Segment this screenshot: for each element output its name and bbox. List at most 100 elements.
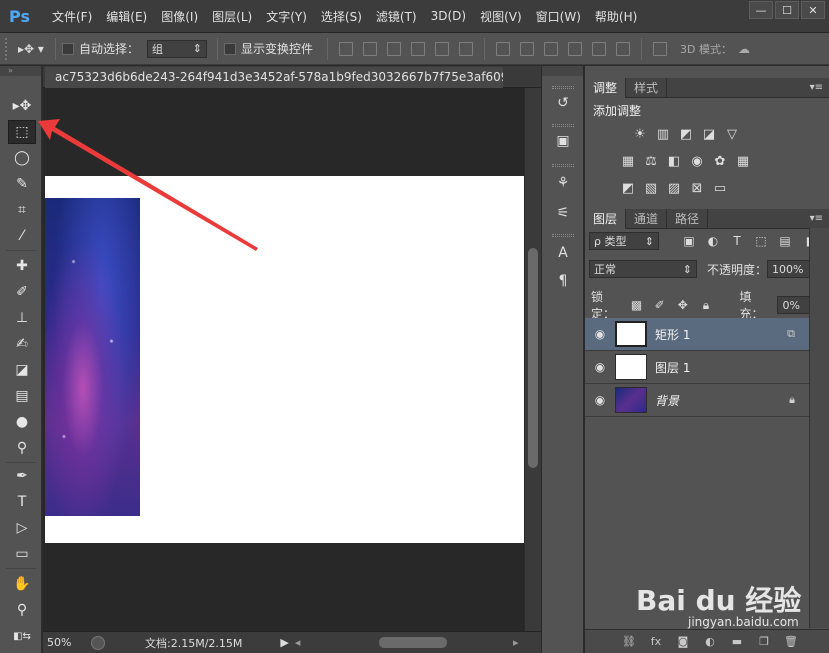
layer-row-layer1[interactable]: ◉ 图层 1 bbox=[585, 351, 809, 384]
hand-tool-icon[interactable]: ✋ bbox=[8, 572, 36, 596]
clone-stamp-tool-icon[interactable]: ⊥ bbox=[8, 306, 36, 330]
menu-filter[interactable]: 滤镜(T) bbox=[369, 0, 424, 33]
align-right-icon[interactable] bbox=[459, 41, 474, 56]
auto-select-dropdown[interactable]: 组 ⇕ bbox=[147, 39, 208, 58]
marquee-tool-icon[interactable]: ⬚ bbox=[8, 120, 36, 144]
3d-rotate-icon[interactable]: ☁ bbox=[738, 42, 750, 56]
lock-image-icon[interactable]: ✐ bbox=[652, 298, 667, 312]
path-select-tool-icon[interactable]: ▷ bbox=[8, 516, 36, 540]
menu-file[interactable]: 文件(F) bbox=[45, 0, 99, 33]
trash-icon[interactable]: 🗑︎ bbox=[781, 634, 801, 650]
filter-type-icon[interactable]: T bbox=[729, 234, 745, 248]
tab-paths[interactable]: 路径 bbox=[667, 209, 709, 229]
canvas[interactable] bbox=[45, 176, 525, 543]
menu-window[interactable]: 窗口(W) bbox=[529, 0, 588, 33]
filter-pixel-icon[interactable]: ▣ bbox=[681, 234, 697, 248]
menu-help[interactable]: 帮助(H) bbox=[588, 0, 644, 33]
curves-icon[interactable]: ◩ bbox=[677, 126, 695, 142]
tab-channels[interactable]: 通道 bbox=[626, 209, 668, 229]
document-tab[interactable]: ac75323d6b6de243-264f941d3e3452af-578a1b… bbox=[45, 67, 503, 88]
auto-select-checkbox[interactable] bbox=[62, 42, 74, 55]
blur-tool-icon[interactable]: ● bbox=[8, 410, 36, 434]
distribute-top-icon[interactable] bbox=[496, 41, 511, 56]
align-bottom-icon[interactable] bbox=[387, 41, 402, 56]
new-layer-icon[interactable]: ❐ bbox=[754, 634, 774, 650]
brightness-icon[interactable]: ☀ bbox=[631, 126, 649, 142]
new-adjustment-icon[interactable]: ◐ bbox=[700, 634, 720, 650]
photo-filter-icon[interactable]: ◉ bbox=[688, 153, 706, 169]
panel-menu-icon[interactable]: ▾≡ bbox=[810, 82, 823, 93]
selective-color-icon[interactable]: ⊠ bbox=[688, 180, 706, 196]
status-info-icon[interactable] bbox=[91, 635, 105, 650]
menu-3d[interactable]: 3D(D) bbox=[424, 0, 473, 33]
maximize-button[interactable]: ☐ bbox=[775, 1, 799, 19]
options-grip[interactable] bbox=[5, 37, 13, 60]
tab-styles[interactable]: 样式 bbox=[626, 78, 668, 98]
filter-adjustment-icon[interactable]: ◐ bbox=[705, 234, 721, 248]
scroll-left-icon[interactable]: ◂ bbox=[295, 636, 301, 649]
move-tool-icon[interactable]: ▸✥ bbox=[8, 94, 36, 118]
rectangle-tool-icon[interactable]: ▭ bbox=[8, 542, 36, 566]
color-balance-icon[interactable]: ⚖ bbox=[642, 153, 660, 169]
menu-type[interactable]: 文字(Y) bbox=[259, 0, 314, 33]
brush-presets-icon[interactable]: ⚘ bbox=[552, 172, 574, 194]
blend-mode-dropdown[interactable]: 正常 ⇕ bbox=[589, 260, 697, 278]
auto-align-icon[interactable] bbox=[653, 41, 668, 56]
threshold-icon[interactable]: ▨ bbox=[665, 180, 683, 196]
menu-edit[interactable]: 编辑(E) bbox=[99, 0, 154, 33]
distribute-left-icon[interactable] bbox=[568, 41, 583, 56]
filter-shape-icon[interactable]: ⬚ bbox=[753, 234, 769, 248]
fx-icon[interactable]: fx bbox=[646, 634, 666, 650]
zoom-level[interactable]: 50% bbox=[47, 636, 91, 649]
layer-row-rectangle[interactable]: ◉ 矩形 1 ⧉ bbox=[585, 318, 809, 351]
distribute-vcenter-icon[interactable] bbox=[520, 41, 535, 56]
menu-view[interactable]: 视图(V) bbox=[473, 0, 529, 33]
status-menu-arrow-icon[interactable]: ▶ bbox=[280, 636, 288, 649]
horizontal-scroll-thumb[interactable] bbox=[379, 637, 447, 648]
vibrance-icon[interactable]: ▽ bbox=[723, 126, 741, 142]
history-icon[interactable]: ↺ bbox=[552, 92, 574, 114]
align-vcenter-icon[interactable] bbox=[363, 41, 378, 56]
visibility-eye-icon[interactable]: ◉ bbox=[585, 327, 615, 341]
filter-smart-icon[interactable]: ▤ bbox=[777, 234, 793, 248]
vertical-scroll-thumb[interactable] bbox=[528, 248, 538, 468]
visibility-eye-icon[interactable]: ◉ bbox=[585, 360, 615, 374]
layer-filter-dropdown[interactable]: ρ 类型 ⇕ bbox=[589, 232, 659, 250]
properties-icon[interactable]: ▣ bbox=[552, 130, 574, 152]
lock-transparent-icon[interactable]: ▩ bbox=[629, 298, 644, 312]
quick-select-tool-icon[interactable]: ✎ bbox=[8, 172, 36, 196]
lasso-tool-icon[interactable]: ◯ bbox=[8, 146, 36, 170]
hue-saturation-icon[interactable]: ▦ bbox=[619, 153, 637, 169]
lock-position-icon[interactable]: ✥ bbox=[675, 298, 690, 312]
eyedropper-tool-icon[interactable]: ⁄ bbox=[8, 224, 36, 248]
gradient-map-icon[interactable]: ▭ bbox=[711, 180, 729, 196]
black-white-icon[interactable]: ◧ bbox=[665, 153, 683, 169]
dock-collapse-icon[interactable] bbox=[542, 66, 583, 76]
close-button[interactable]: ✕ bbox=[801, 1, 825, 19]
new-group-icon[interactable]: ▬ bbox=[727, 634, 747, 650]
align-top-icon[interactable] bbox=[339, 41, 354, 56]
minimize-button[interactable]: — bbox=[749, 1, 773, 19]
paragraph-icon[interactable]: ¶ bbox=[552, 270, 574, 292]
brush-settings-icon[interactable]: ⚟ bbox=[552, 202, 574, 224]
eraser-tool-icon[interactable]: ◪ bbox=[8, 358, 36, 382]
tab-layers[interactable]: 图层 bbox=[585, 209, 627, 229]
levels-icon[interactable]: ▥ bbox=[654, 126, 672, 142]
distribute-bottom-icon[interactable] bbox=[544, 41, 559, 56]
color-lookup-icon[interactable]: ▦ bbox=[734, 153, 752, 169]
show-transform-checkbox[interactable] bbox=[224, 42, 237, 55]
distribute-hcenter-icon[interactable] bbox=[592, 41, 607, 56]
menu-image[interactable]: 图像(I) bbox=[154, 0, 205, 33]
scroll-right-icon[interactable]: ▸ bbox=[513, 636, 519, 649]
distribute-right-icon[interactable] bbox=[616, 41, 631, 56]
gradient-tool-icon[interactable]: ▤ bbox=[8, 384, 36, 408]
color-swatches-icon[interactable]: ◧⇆ bbox=[8, 624, 36, 648]
exposure-icon[interactable]: ◪ bbox=[700, 126, 718, 142]
character-icon[interactable]: A bbox=[552, 242, 574, 264]
pen-tool-icon[interactable]: ✒ bbox=[8, 464, 36, 488]
toolbar-collapse-icon[interactable]: » bbox=[0, 66, 41, 76]
healing-brush-tool-icon[interactable]: ✚ bbox=[8, 254, 36, 278]
visibility-eye-icon[interactable]: ◉ bbox=[585, 393, 615, 407]
link-layers-icon[interactable]: ⛓ bbox=[619, 634, 639, 650]
layer-row-background[interactable]: ◉ 背景 🔒︎ bbox=[585, 384, 809, 417]
